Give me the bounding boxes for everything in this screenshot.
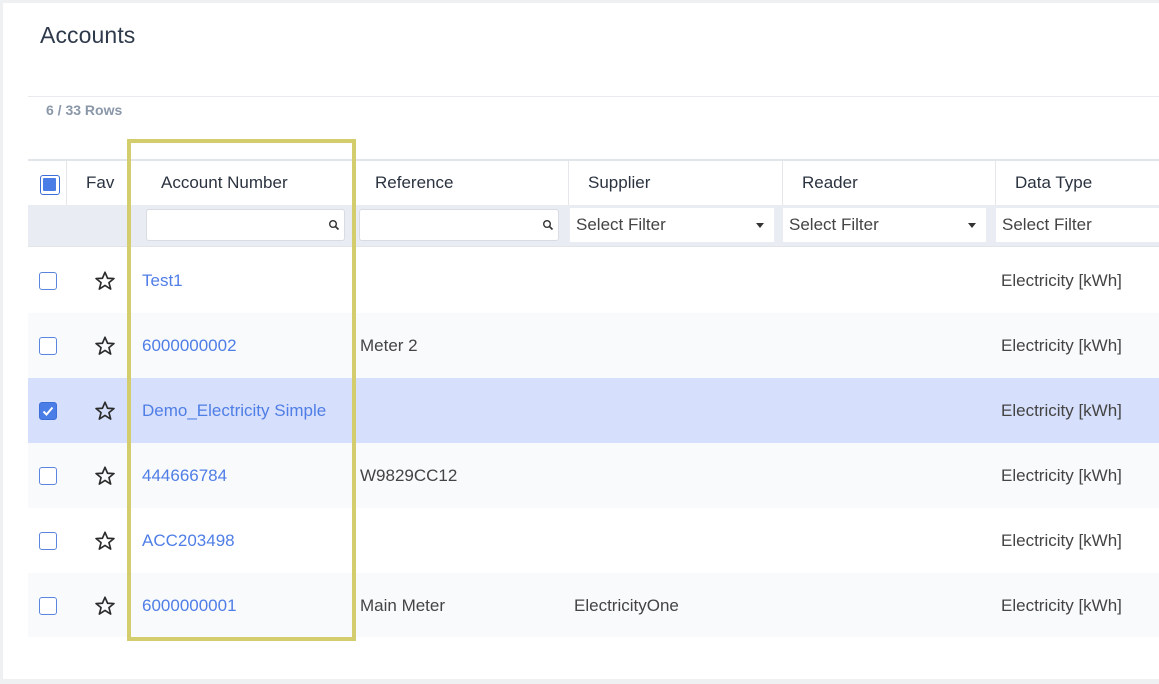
column-divider bbox=[568, 161, 569, 205]
select-all-checkbox[interactable] bbox=[40, 175, 60, 195]
supplier-cell: ElectricityOne bbox=[574, 596, 679, 615]
supplier-filter-value: Select Filter bbox=[576, 215, 666, 234]
data-type-cell: Electricity [kWh] bbox=[1001, 596, 1122, 615]
account-number-link[interactable]: 6000000002 bbox=[142, 313, 237, 378]
row-count: 6 / 33 Rows bbox=[46, 102, 123, 118]
column-header-supplier[interactable]: Supplier bbox=[588, 161, 650, 205]
search-icon bbox=[329, 220, 340, 231]
table-row[interactable]: 6000000002 Meter 2 Electricity [kWh] bbox=[28, 313, 1159, 378]
table-row[interactable]: 6000000001 Main Meter ElectricityOne Ele… bbox=[28, 573, 1159, 637]
data-type-cell: Electricity [kWh] bbox=[1001, 401, 1122, 420]
column-header-account-number[interactable]: Account Number bbox=[161, 161, 288, 205]
account-number-filter-input[interactable] bbox=[146, 209, 345, 241]
reference-filter-input[interactable] bbox=[359, 209, 559, 241]
chevron-down-icon bbox=[756, 223, 764, 228]
data-type-cell: Electricity [kWh] bbox=[1001, 466, 1122, 485]
table-row[interactable]: 444666784 W9829CC12 Electricity [kWh] bbox=[28, 443, 1159, 508]
table-row[interactable]: Demo_Electricity Simple Electricity [kWh… bbox=[28, 378, 1159, 443]
column-divider bbox=[995, 161, 996, 205]
row-checkbox[interactable] bbox=[39, 337, 57, 355]
checkmark-icon bbox=[42, 406, 54, 416]
column-divider bbox=[782, 161, 783, 205]
data-type-filter-value: Select Filter bbox=[1002, 215, 1092, 234]
row-checkbox[interactable] bbox=[39, 467, 57, 485]
column-divider bbox=[66, 161, 67, 205]
table-row[interactable]: ACC203498 Electricity [kWh] bbox=[28, 508, 1159, 573]
divider bbox=[28, 96, 1159, 97]
row-checkbox[interactable] bbox=[39, 272, 57, 290]
row-checkbox[interactable] bbox=[39, 532, 57, 550]
grid-header: Fav Account Number Reference Supplier Re… bbox=[28, 159, 1159, 205]
account-number-link[interactable]: 444666784 bbox=[142, 443, 227, 508]
data-type-cell: Electricity [kWh] bbox=[1001, 271, 1122, 290]
account-number-link[interactable]: Demo_Electricity Simple bbox=[142, 378, 326, 443]
row-checkbox[interactable] bbox=[39, 597, 57, 615]
star-icon[interactable] bbox=[94, 595, 116, 617]
star-icon[interactable] bbox=[94, 335, 116, 357]
data-type-cell: Electricity [kWh] bbox=[1001, 531, 1122, 550]
star-icon[interactable] bbox=[94, 465, 116, 487]
column-divider bbox=[354, 161, 355, 205]
reference-cell: Main Meter bbox=[360, 596, 446, 615]
column-header-reader[interactable]: Reader bbox=[802, 161, 858, 205]
chevron-down-icon bbox=[968, 223, 976, 228]
account-number-link[interactable]: Test1 bbox=[142, 248, 183, 313]
data-type-cell: Electricity [kWh] bbox=[1001, 336, 1122, 355]
accounts-grid: Fav Account Number Reference Supplier Re… bbox=[28, 159, 1159, 637]
page-title: Accounts bbox=[40, 22, 136, 48]
supplier-filter-select[interactable]: Select Filter bbox=[570, 208, 774, 242]
filter-row: Select Filter Select Filter Select Filte… bbox=[28, 205, 1159, 247]
star-icon[interactable] bbox=[94, 270, 116, 292]
data-type-filter-select[interactable]: Select Filter bbox=[996, 208, 1159, 242]
row-checkbox[interactable] bbox=[39, 402, 57, 420]
reader-filter-select[interactable]: Select Filter bbox=[783, 208, 986, 242]
table-row[interactable]: Test1 Electricity [kWh] bbox=[28, 248, 1159, 313]
star-icon[interactable] bbox=[94, 530, 116, 552]
account-number-link[interactable]: 6000000001 bbox=[142, 573, 237, 637]
column-divider bbox=[127, 161, 128, 205]
column-header-reference[interactable]: Reference bbox=[375, 161, 453, 205]
account-number-link[interactable]: ACC203498 bbox=[142, 508, 235, 573]
star-icon[interactable] bbox=[94, 400, 116, 422]
reference-cell: Meter 2 bbox=[360, 336, 418, 355]
column-header-fav[interactable]: Fav bbox=[86, 161, 114, 205]
search-icon bbox=[543, 220, 554, 231]
reference-cell: W9829CC12 bbox=[360, 466, 458, 485]
column-header-data-type[interactable]: Data Type bbox=[1015, 161, 1092, 205]
select-all-indicator bbox=[43, 178, 56, 191]
reader-filter-value: Select Filter bbox=[789, 215, 879, 234]
